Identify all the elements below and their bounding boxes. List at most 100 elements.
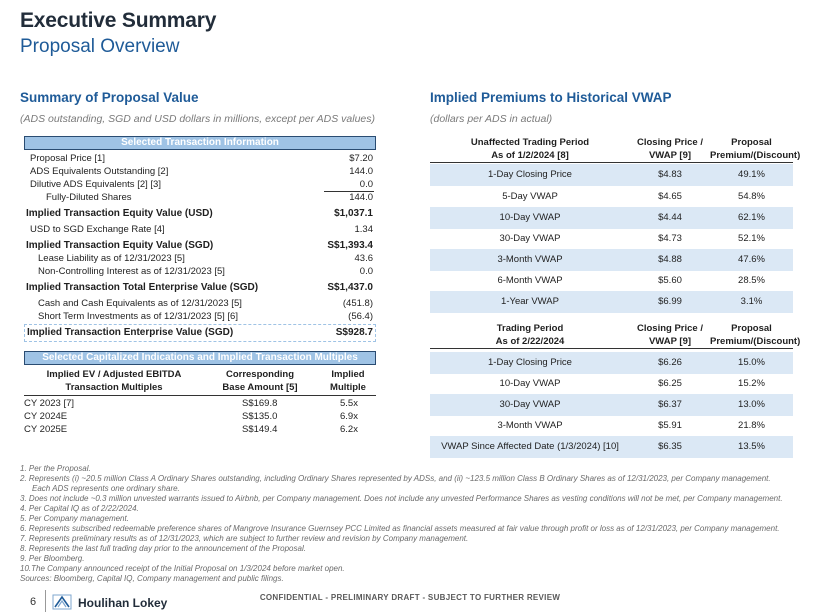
header-rule: [430, 162, 793, 163]
row-value: $7.20: [349, 153, 373, 164]
premium: 54.8%: [738, 191, 765, 202]
row-value: S$1,437.0: [327, 282, 373, 293]
row-label: Implied Transaction Equity Value (SGD): [26, 240, 214, 251]
row-label: USD to SGD Exchange Rate [4]: [30, 224, 165, 235]
table-row: Dilutive ADS Equivalents [2] [3] 0.0: [24, 178, 376, 192]
footnote: 3. Does not include ~0.3 million unveste…: [20, 494, 783, 503]
price: $6.37: [658, 399, 682, 410]
footnote: 6. Represents subscribed redeemable pref…: [20, 524, 780, 533]
header-line: Proposal: [731, 137, 772, 148]
transaction-info-header: Selected Transaction Information: [24, 136, 376, 150]
price: $6.35: [658, 441, 682, 452]
table-row: ADS Equivalents Outstanding [2] 144.0: [24, 165, 376, 179]
row-label: Lease Liability as of 12/31/2023 [5]: [38, 253, 185, 264]
footnote: 4. Per Capital IQ as of 2/22/2024.: [20, 504, 139, 513]
confidential-notice: CONFIDENTIAL - PRELIMINARY DRAFT - SUBJE…: [259, 593, 561, 602]
period: 1-Year VWAP: [501, 296, 559, 307]
vwap2-col2-header: Closing Price / VWAP [9]: [630, 322, 710, 348]
row-value: S$928.7: [335, 327, 373, 338]
header-line: Corresponding: [225, 369, 295, 380]
row-value: 0.0: [359, 266, 373, 277]
multiple: 5.5x: [340, 398, 358, 409]
sources-note: Sources: Bloomberg, Capital IQ, Company …: [20, 574, 284, 583]
price: $4.83: [658, 169, 682, 180]
header-line: Multiple: [330, 382, 366, 393]
multiples-header: Selected Capitalized Indications and Imp…: [24, 351, 376, 365]
period: 10-Day VWAP: [499, 378, 561, 389]
header-line: Proposal: [731, 323, 772, 334]
header-line: As of 1/2/2024 [8]: [491, 150, 569, 161]
header-line: Trading Period: [496, 323, 564, 334]
header-line: Closing Price /: [637, 137, 703, 148]
header-rule: [430, 348, 793, 349]
base-amount: S$149.4: [242, 424, 278, 435]
price: $5.60: [658, 275, 682, 286]
premium: 21.8%: [738, 420, 765, 431]
multiples-col1-header: Implied EV / Adjusted EBITDA Transaction…: [24, 368, 204, 394]
header-line: As of 2/22/2024: [495, 336, 565, 347]
header-line: Transaction Multiples: [65, 382, 163, 393]
row-label: Proposal Price [1]: [30, 153, 105, 164]
footnote: 9. Per Bloomberg.: [20, 554, 85, 563]
row-label: Fully-Diluted Shares: [46, 192, 132, 203]
price: $6.25: [658, 378, 682, 389]
period: 3-Month VWAP: [497, 254, 563, 265]
table-row: 5-Day VWAP $4.65 54.8%: [430, 186, 793, 208]
table-row: Cash and Cash Equivalents as of 12/31/20…: [24, 297, 376, 311]
footnote: 7. Represents preliminary results as of …: [20, 534, 469, 543]
table-row: Implied Transaction Enterprise Value (SG…: [24, 326, 376, 340]
premium: 15.2%: [738, 378, 765, 389]
header-line: Premium/(Discount): [710, 150, 801, 161]
row-value: $1,037.1: [334, 208, 373, 219]
right-section-subtitle: (dollars per ADS in actual): [430, 113, 553, 125]
premium: 47.6%: [738, 254, 765, 265]
price: $4.44: [658, 212, 682, 223]
table-row: 30-Day VWAP $4.73 52.1%: [430, 228, 793, 250]
premium: 3.1%: [740, 296, 763, 307]
footnotes: 1. Per the Proposal. 2. Represents (i) ~…: [20, 464, 790, 584]
table-row: USD to SGD Exchange Rate [4] 1.34: [24, 223, 376, 237]
table-row: 1-Day Closing Price $4.83 49.1%: [430, 164, 793, 186]
table-row: Fully-Diluted Shares 144.0: [24, 191, 376, 205]
vwap2-col3-header: Proposal Premium/(Discount): [710, 322, 800, 348]
premium: 13.0%: [738, 399, 765, 410]
price: $6.26: [658, 357, 682, 368]
base-amount: S$135.0: [242, 411, 278, 422]
row-value: 0.0: [359, 179, 373, 190]
price: $4.88: [658, 254, 682, 265]
period: 30-Day VWAP: [499, 399, 561, 410]
table-row: Implied Transaction Equity Value (SGD) S$…: [24, 239, 376, 253]
table-row: 30-Day VWAP $6.37 13.0%: [430, 394, 793, 416]
table-row: VWAP Since Affected Date (1/3/2024) [10]…: [430, 436, 793, 458]
price: $4.73: [658, 233, 682, 244]
row-label: CY 2025E: [24, 424, 68, 435]
premium: 15.0%: [738, 357, 765, 368]
vwap1-col3-header: Proposal Premium/(Discount): [710, 136, 801, 162]
period: VWAP Since Affected Date (1/3/2024) [10]: [441, 441, 619, 452]
row-value: 144.0: [349, 166, 373, 177]
premium: 28.5%: [738, 275, 765, 286]
period: 30-Day VWAP: [499, 233, 561, 244]
base-amount: S$169.8: [242, 398, 278, 409]
left-section-subtitle: (ADS outstanding, SGD and USD dollars in…: [20, 113, 376, 125]
header-line: Base Amount [5]: [222, 382, 298, 393]
table-row: Non-Controlling Interest as of 12/31/202…: [24, 265, 376, 279]
table-row: Short Term Investments as of 12/31/2023 …: [24, 310, 376, 324]
row-value: 1.34: [354, 224, 374, 235]
premium: 49.1%: [738, 169, 765, 180]
table-row: Lease Liability as of 12/31/2023 [5] 43.6: [24, 252, 376, 266]
table-row: 3-Month VWAP $5.91 21.8%: [430, 415, 793, 437]
row-value: 43.6: [354, 253, 374, 264]
multiples-title: Selected Capitalized Indications and Imp…: [42, 352, 358, 363]
vwap1-col1-header: Unaffected Trading Period As of 1/2/2024…: [430, 136, 630, 162]
period: 1-Day Closing Price: [488, 169, 572, 180]
row-value: 144.0: [349, 192, 373, 203]
header-line: Implied EV / Adjusted EBITDA: [46, 369, 182, 380]
header-line: Implied: [331, 369, 365, 380]
table-row: Implied Transaction Total Enterprise Val…: [24, 281, 376, 295]
period: 1-Day Closing Price: [488, 357, 572, 368]
multiples-col2-header: Corresponding Base Amount [5]: [210, 368, 310, 394]
premium: 13.5%: [738, 441, 765, 452]
footnote: 5. Per Company management.: [20, 514, 129, 523]
footnote: 2. Represents (i) ~20.5 million Class A …: [20, 474, 771, 493]
